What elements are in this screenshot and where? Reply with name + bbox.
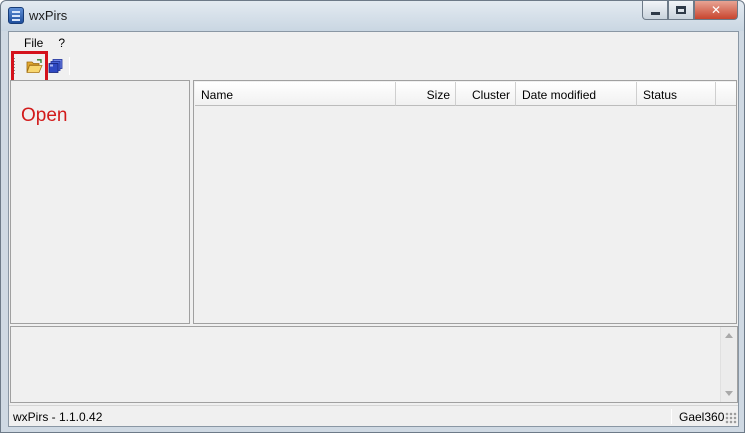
column-header-status[interactable]: Status [637,82,716,106]
resize-grip-icon[interactable] [725,412,737,424]
close-button[interactable]: ✕ [694,1,738,20]
minimize-button[interactable] [642,1,668,20]
column-header-name[interactable]: Name [195,82,396,106]
app-icon [8,7,24,24]
maximize-icon [676,6,686,14]
log-pane[interactable] [10,326,738,403]
status-separator [671,409,672,424]
open-annotation: Open [21,105,68,126]
tree-pane[interactable]: Open [10,80,190,324]
log-scrollbar[interactable] [720,327,737,402]
menu-help[interactable]: ? [51,32,73,52]
maximize-button[interactable] [668,1,694,20]
column-header-cluster[interactable]: Cluster [456,82,516,106]
database-icon [48,59,63,73]
column-header-size[interactable]: Size [396,82,456,106]
status-version: wxPirs - 1.1.0.42 [13,410,103,424]
menu-file[interactable]: File [17,32,51,52]
app-window: wxPirs ✕ File ? Open Name Size Cluster D… [0,0,745,433]
database-button[interactable] [46,56,66,76]
client-area: File ? Open Name Size Cluster Date modif… [8,31,739,427]
menu-bar: File ? [9,32,738,52]
scroll-down-icon[interactable] [725,391,733,396]
window-controls: ✕ [642,1,738,21]
toolbar [9,53,738,80]
column-header-date-modified[interactable]: Date modified [516,82,637,106]
toolbar-separator [69,57,70,75]
window-title: wxPirs [29,8,68,23]
status-author: Gael360 [679,410,725,424]
scroll-up-icon[interactable] [725,333,733,338]
file-list-header: Name Size Cluster Date modified Status [195,82,736,106]
minimize-icon [650,11,660,15]
status-bar: wxPirs - 1.1.0.42 Gael360 [9,405,738,426]
title-bar[interactable]: wxPirs ✕ [1,1,744,31]
file-list[interactable]: Name Size Cluster Date modified Status [193,80,737,324]
column-header-filler [716,82,736,106]
